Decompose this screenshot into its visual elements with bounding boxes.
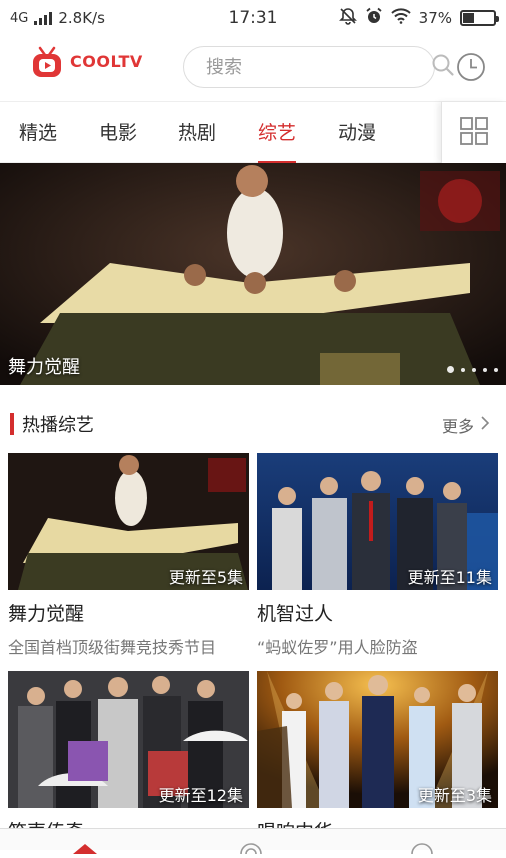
carousel-dot[interactable] [461, 367, 465, 372]
show-thumbnail[interactable]: 更新至3集 [257, 671, 498, 808]
search-bar[interactable] [183, 46, 454, 88]
section-accent-bar [10, 413, 14, 435]
show-thumbnail[interactable]: 更新至11集 [257, 453, 498, 590]
tv-logo-icon [30, 46, 64, 77]
bottom-navigation [0, 828, 506, 855]
grid-icon [459, 116, 489, 150]
carousel-indicators [447, 366, 498, 373]
banner-title: 舞力觉醒 [8, 357, 80, 378]
app-logo[interactable]: COOLTV [30, 46, 143, 77]
mute-icon [338, 7, 357, 29]
show-title[interactable]: 机智过人 [257, 599, 498, 626]
tab-movies[interactable]: 电影 [99, 102, 137, 164]
show-description: 全国首档顶级街舞竞技秀节目 [8, 638, 217, 657]
banner-carousel[interactable]: 舞力觉醒 [0, 163, 506, 385]
all-categories-button[interactable] [441, 102, 506, 164]
banner-image [0, 163, 506, 385]
alarm-icon [365, 7, 383, 29]
show-thumbnail[interactable]: 更新至12集 [8, 671, 249, 808]
carousel-dot[interactable] [472, 367, 476, 372]
section-header: 热播综艺 更多 [0, 405, 506, 443]
battery-icon [460, 10, 499, 26]
chevron-right-icon [480, 415, 490, 435]
channel-icon[interactable] [238, 839, 264, 858]
show-title[interactable]: 舞力觉醒 [8, 599, 249, 626]
show-card[interactable]: 更新至5集 舞力觉醒 全国首档顶级街舞竞技秀节目 [8, 453, 249, 658]
logo-text: COOLTV [70, 51, 143, 71]
battery-percent: 37% [418, 9, 452, 27]
app-header: COOLTV [0, 36, 506, 100]
search-input[interactable] [206, 56, 431, 78]
wifi-icon [390, 8, 411, 28]
tab-featured[interactable]: 精选 [19, 102, 57, 164]
more-label: 更多 [441, 417, 474, 436]
carousel-dot[interactable] [494, 367, 498, 372]
search-icon[interactable] [431, 53, 455, 81]
signal-icon [34, 11, 53, 25]
profile-icon[interactable] [410, 839, 434, 858]
status-bar: 4G 2.8K/s 17:31 37% [0, 0, 506, 36]
tab-variety[interactable]: 综艺 [258, 102, 297, 164]
update-status: 更新至11集 [407, 568, 492, 587]
history-icon[interactable] [456, 52, 486, 82]
section-title: 热播综艺 [22, 415, 94, 436]
more-link[interactable]: 更多 [442, 413, 490, 437]
carousel-dot[interactable] [447, 366, 454, 373]
home-icon[interactable] [72, 839, 98, 858]
update-status: 更新至3集 [417, 786, 492, 805]
update-status: 更新至5集 [168, 568, 243, 587]
carousel-dot[interactable] [483, 367, 487, 372]
tab-drama[interactable]: 热剧 [178, 102, 216, 164]
show-thumbnail[interactable]: 更新至5集 [8, 453, 249, 590]
update-status: 更新至12集 [158, 786, 243, 805]
show-card[interactable]: 更新至3集 唱响中华 [257, 671, 498, 852]
battery-level [463, 13, 475, 23]
category-tabs: 精选 电影 热剧 综艺 动漫 [0, 101, 506, 164]
show-card[interactable]: 更新至12集 笑声传奇 [8, 671, 249, 852]
show-card[interactable]: 更新至11集 机智过人 “蚂蚁佐罗”用人脸防盗 [257, 453, 498, 658]
tab-anime[interactable]: 动漫 [338, 102, 376, 164]
network-speed: 2.8K/s [58, 9, 105, 27]
network-type: 4G [10, 10, 29, 26]
show-description: “蚂蚁佐罗”用人脸防盗 [257, 638, 418, 657]
